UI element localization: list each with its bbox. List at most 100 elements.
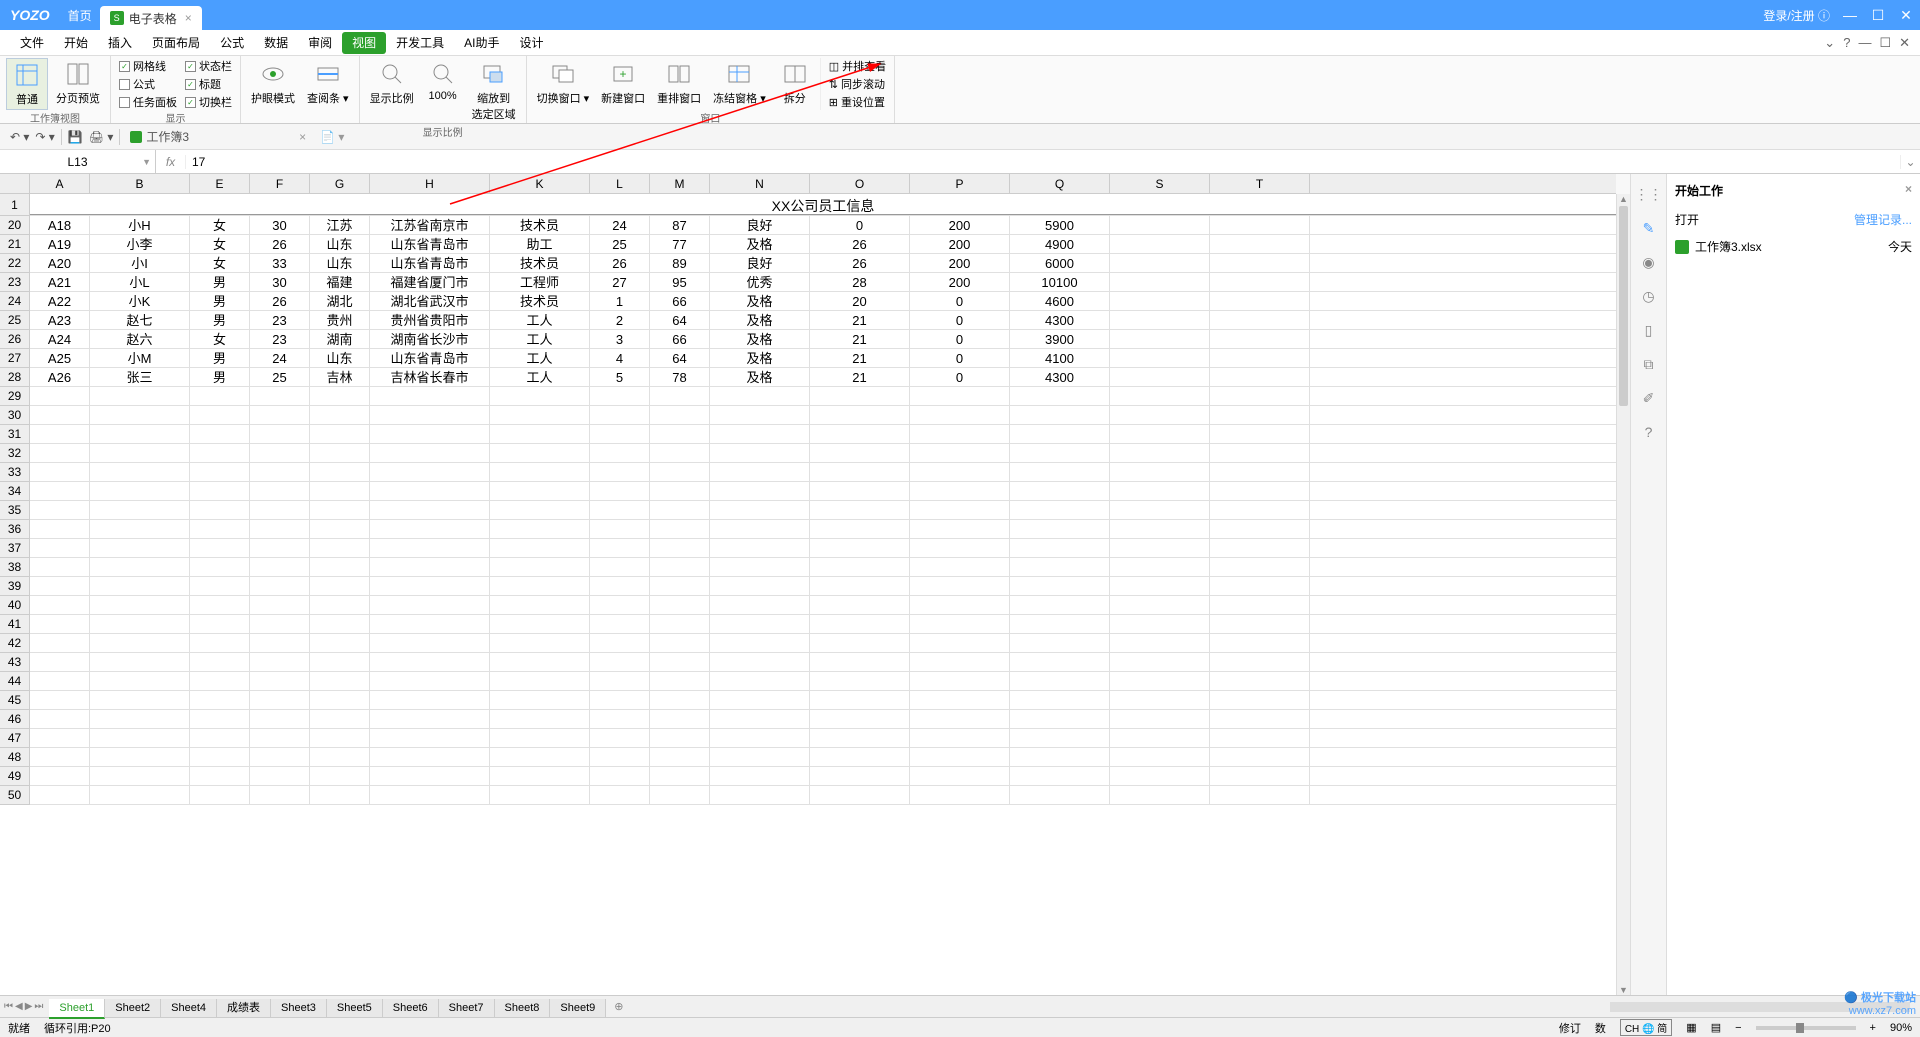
row-header[interactable]: 23 xyxy=(0,273,29,292)
cell[interactable]: 吉林 xyxy=(310,368,370,386)
cell[interactable]: 湖北 xyxy=(310,292,370,310)
cell[interactable]: 4300 xyxy=(1010,368,1110,386)
row-header[interactable]: 20 xyxy=(0,216,29,235)
cell[interactable]: 26 xyxy=(810,254,910,272)
cell[interactable]: 男 xyxy=(190,349,250,367)
cell[interactable]: A18 xyxy=(30,216,90,234)
cell[interactable]: 山东 xyxy=(310,235,370,253)
column-header[interactable]: P xyxy=(910,174,1010,193)
column-header[interactable]: Q xyxy=(1010,174,1110,193)
clipboard-icon[interactable]: ▯ xyxy=(1639,320,1659,340)
cell[interactable]: 4600 xyxy=(1010,292,1110,310)
table-row[interactable] xyxy=(30,786,1616,805)
home-tab[interactable]: 首页 xyxy=(60,7,100,24)
cell[interactable]: 3900 xyxy=(1010,330,1110,348)
help-circle-icon[interactable]: ? xyxy=(1639,422,1659,442)
cell[interactable]: 赵七 xyxy=(90,311,190,329)
recent-file-item[interactable]: 工作簿3.xlsx 今天 xyxy=(1675,232,1912,261)
cell[interactable]: 小M xyxy=(90,349,190,367)
cell[interactable]: 男 xyxy=(190,311,250,329)
cell[interactable]: 及格 xyxy=(710,349,810,367)
cell[interactable]: 200 xyxy=(910,216,1010,234)
cell[interactable]: 21 xyxy=(810,368,910,386)
close-window-icon[interactable]: ✕ xyxy=(1892,7,1920,24)
zoom-out-icon[interactable]: − xyxy=(1735,1022,1741,1034)
row-header[interactable]: 41 xyxy=(0,615,29,634)
column-headers[interactable]: ABEFGHKLMNOPQST xyxy=(30,174,1616,194)
side-by-side-button[interactable]: ◫ 并排查看 xyxy=(827,58,888,74)
column-header[interactable]: O xyxy=(810,174,910,193)
row-header[interactable]: 39 xyxy=(0,577,29,596)
cell[interactable]: 21 xyxy=(810,349,910,367)
help-icon[interactable]: ? xyxy=(1843,35,1850,50)
table-row[interactable] xyxy=(30,482,1616,501)
cell[interactable]: 0 xyxy=(810,216,910,234)
cell[interactable]: 湖北省武汉市 xyxy=(370,292,490,310)
formula-checkbox[interactable]: 公式 xyxy=(117,76,179,92)
gridlines-checkbox[interactable]: 网格线 xyxy=(117,58,179,74)
cell[interactable]: 及格 xyxy=(710,368,810,386)
row-header[interactable]: 48 xyxy=(0,748,29,767)
sheet-tab[interactable]: 成绩表 xyxy=(217,999,271,1017)
cell[interactable]: 良好 xyxy=(710,254,810,272)
cell[interactable]: 21 xyxy=(810,330,910,348)
close-panel-icon[interactable]: × xyxy=(1905,182,1912,199)
cell[interactable]: 23 xyxy=(250,311,310,329)
sheet-next-icon[interactable]: ▶ xyxy=(25,1001,33,1012)
table-row[interactable] xyxy=(30,653,1616,672)
column-header[interactable]: B xyxy=(90,174,190,193)
cell[interactable]: 20 xyxy=(810,292,910,310)
cell[interactable]: 男 xyxy=(190,273,250,291)
cell[interactable]: A23 xyxy=(30,311,90,329)
cell[interactable]: A24 xyxy=(30,330,90,348)
row-header[interactable]: 29 xyxy=(0,387,29,406)
cell[interactable]: 女 xyxy=(190,254,250,272)
cell[interactable]: 小L xyxy=(90,273,190,291)
ime-indicator[interactable]: CH 🌐 简 xyxy=(1620,1019,1672,1036)
cell[interactable]: A21 xyxy=(30,273,90,291)
table-row[interactable] xyxy=(30,463,1616,482)
menu-item-2[interactable]: 插入 xyxy=(98,32,142,54)
row-header[interactable]: 33 xyxy=(0,463,29,482)
table-row[interactable] xyxy=(30,729,1616,748)
zoom-level[interactable]: 90% xyxy=(1890,1022,1912,1034)
row-header[interactable]: 25 xyxy=(0,311,29,330)
cell[interactable]: 江苏省南京市 xyxy=(370,216,490,234)
row-header[interactable]: 30 xyxy=(0,406,29,425)
cell[interactable]: 64 xyxy=(650,311,710,329)
cell[interactable]: 小李 xyxy=(90,235,190,253)
cell[interactable]: 贵州 xyxy=(310,311,370,329)
table-row[interactable]: A25小M男24山东山东省青岛市工人464及格2104100 xyxy=(30,349,1616,368)
row-header[interactable]: 36 xyxy=(0,520,29,539)
sheet-tab[interactable]: Sheet4 xyxy=(161,999,217,1017)
select-all-corner[interactable] xyxy=(0,174,30,194)
normal-view-button[interactable]: 普通 xyxy=(6,58,48,110)
table-row[interactable] xyxy=(30,691,1616,710)
sheet-first-icon[interactable]: ⏮ xyxy=(4,1001,13,1012)
cell[interactable]: 89 xyxy=(650,254,710,272)
page-preview-button[interactable]: 分页预览 xyxy=(52,58,104,108)
cell[interactable]: 贵州省贵阳市 xyxy=(370,311,490,329)
sheet-tab[interactable]: Sheet7 xyxy=(439,999,495,1017)
vertical-scrollbar[interactable]: ▲ ▼ xyxy=(1616,194,1630,995)
cell[interactable]: 赵六 xyxy=(90,330,190,348)
merged-title-cell[interactable]: XX公司员工信息 xyxy=(30,194,1616,215)
cell[interactable]: 0 xyxy=(910,311,1010,329)
copy-icon[interactable]: ⧉ xyxy=(1639,354,1659,374)
inner-minimize-icon[interactable]: — xyxy=(1858,35,1871,50)
cell[interactable]: 0 xyxy=(910,330,1010,348)
column-header[interactable]: A xyxy=(30,174,90,193)
table-row[interactable]: A26张三男25吉林吉林省长春市工人578及格2104300 xyxy=(30,368,1616,387)
sheet-tab[interactable]: Sheet1 xyxy=(49,999,105,1019)
cell[interactable]: 95 xyxy=(650,273,710,291)
cube-icon[interactable]: ◉ xyxy=(1639,252,1659,272)
row-header[interactable]: 28 xyxy=(0,368,29,387)
table-row[interactable] xyxy=(30,615,1616,634)
fx-button[interactable]: fx xyxy=(156,155,186,169)
cell[interactable]: 湖南 xyxy=(310,330,370,348)
column-header[interactable]: H xyxy=(370,174,490,193)
menu-item-10[interactable]: 设计 xyxy=(509,32,553,54)
table-row[interactable] xyxy=(30,387,1616,406)
cell[interactable]: 及格 xyxy=(710,235,810,253)
clear-icon[interactable]: × xyxy=(299,130,306,144)
